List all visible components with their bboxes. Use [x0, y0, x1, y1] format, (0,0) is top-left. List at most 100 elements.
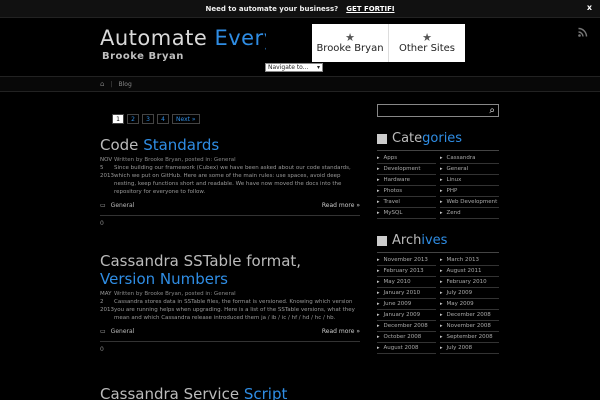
- close-icon[interactable]: x: [587, 3, 592, 12]
- bullet-icon: ▸: [440, 257, 443, 263]
- archive-link-label: July 2009: [446, 290, 473, 296]
- page-link-next[interactable]: Next »: [172, 114, 200, 124]
- page-link-2[interactable]: 2: [127, 114, 139, 124]
- bullet-icon: ▸: [440, 177, 443, 183]
- bullet-icon: ▸: [377, 312, 380, 318]
- archive-link-label: November 2013: [383, 257, 428, 263]
- post-divider: [100, 215, 360, 216]
- read-more-link[interactable]: Read more »: [322, 328, 360, 335]
- category-link[interactable]: ▸ General: [440, 164, 499, 175]
- archive-link-label: February 2013: [383, 268, 424, 274]
- archive-link[interactable]: ▸ June 2009: [377, 299, 436, 310]
- archive-link[interactable]: ▸ February 2010: [440, 277, 499, 288]
- category-link[interactable]: ▸ Web Development: [440, 197, 499, 208]
- archive-link[interactable]: ▸ March 2013: [440, 255, 499, 266]
- category-link[interactable]: ▸ Apps: [377, 153, 436, 164]
- bullet-icon: ▸: [377, 199, 380, 205]
- archive-link-label: August 2011: [446, 268, 482, 274]
- bullet-icon: ▸: [440, 312, 443, 318]
- category-link-label: PHP: [446, 188, 458, 194]
- rss-icon[interactable]: [578, 27, 588, 37]
- archive-link[interactable]: ▸ July 2008: [440, 343, 499, 354]
- post-cassandra-sstable: Cassandra SSTable format, Version Number…: [100, 252, 360, 353]
- category-link[interactable]: ▸ Travel: [377, 197, 436, 208]
- category-link-label: Zend: [446, 210, 461, 216]
- archive-link[interactable]: ▸ July 2009: [440, 288, 499, 299]
- bullet-icon: ▸: [440, 199, 443, 205]
- bullet-icon: ▸: [377, 166, 380, 172]
- category-link-label: Photos: [383, 188, 403, 194]
- categories-list: ▸ Apps ▸ Cassandra ▸ Development ▸ General ▸ Hard…: [377, 153, 499, 219]
- category-link[interactable]: ▸ Cassandra: [440, 153, 499, 164]
- post-title[interactable]: Code Standards: [100, 136, 360, 154]
- bullet-icon: ▸: [377, 290, 380, 296]
- site-title-part-1: Automate: [100, 26, 208, 50]
- nav-item-label: Other Sites: [399, 43, 455, 54]
- page-link-1[interactable]: 1: [112, 114, 124, 124]
- archive-link[interactable]: ▸ May 2010: [377, 277, 436, 288]
- archive-link[interactable]: ▸ September 2008: [440, 332, 499, 343]
- nav-item-other-sites[interactable]: ★ Other Sites: [389, 24, 465, 62]
- category-link[interactable]: ▸ PHP: [440, 186, 499, 197]
- category-link-label: Web Development: [446, 199, 498, 205]
- breadcrumb-separator: |: [110, 80, 113, 88]
- archive-link[interactable]: ▸ February 2013: [377, 266, 436, 277]
- archive-link[interactable]: ▸ January 2009: [377, 310, 436, 321]
- archive-link[interactable]: ▸ January 2010: [377, 288, 436, 299]
- archive-link[interactable]: ▸ May 2009: [440, 299, 499, 310]
- category-link[interactable]: ▸ Development: [377, 164, 436, 175]
- pagination: 1 2 3 4 Next »: [112, 114, 200, 124]
- site-title[interactable]: Automate Everything: [100, 26, 266, 50]
- bullet-icon: ▸: [440, 290, 443, 296]
- category-link-label: MySQL: [383, 210, 403, 216]
- post-tag-count: 0: [100, 346, 104, 353]
- archive-link-label: August 2008: [383, 345, 419, 351]
- category-link-label: General: [446, 166, 469, 172]
- archive-link-label: October 2008: [383, 334, 422, 340]
- nav-item-brooke-bryan[interactable]: ★ Brooke Bryan: [312, 24, 389, 62]
- category-link-label: Hardware: [383, 177, 411, 183]
- archive-link-label: February 2010: [446, 279, 487, 285]
- promo-cta-link[interactable]: GET FORTIFI: [346, 5, 394, 13]
- navigate-select[interactable]: Navigate to... ▾: [265, 63, 323, 72]
- bullet-icon: ▸: [377, 334, 380, 340]
- star-icon: ★: [422, 31, 432, 44]
- page-link-3[interactable]: 3: [142, 114, 154, 124]
- post-title[interactable]: Cassandra Service Script: [100, 385, 360, 400]
- category-link[interactable]: ▸ Photos: [377, 186, 436, 197]
- page-link-4[interactable]: 4: [157, 114, 169, 124]
- category-link[interactable]: ▸ Linux: [440, 175, 499, 186]
- post-category-link[interactable]: General: [111, 328, 135, 335]
- bullet-icon: ▸: [440, 166, 443, 172]
- archive-link[interactable]: ▸ November 2008: [440, 321, 499, 332]
- archive-link-label: January 2010: [383, 290, 421, 296]
- archive-link[interactable]: ▸ December 2008: [377, 321, 436, 332]
- bullet-icon: ▸: [440, 188, 443, 194]
- archive-link[interactable]: ▸ August 2008: [377, 343, 436, 354]
- search-icon[interactable]: ⌕: [489, 105, 495, 116]
- category-link-label: Cassandra: [446, 155, 476, 161]
- category-link[interactable]: ▸ MySQL: [377, 208, 436, 219]
- read-more-link[interactable]: Read more »: [322, 202, 360, 209]
- breadcrumb-item-blog[interactable]: Blog: [118, 81, 131, 88]
- calendar-icon: [377, 235, 387, 246]
- search-input[interactable]: ⌕: [377, 104, 499, 117]
- widget-divider: [377, 252, 499, 253]
- post-tag-count: 0: [100, 220, 104, 227]
- archive-link[interactable]: ▸ October 2008: [377, 332, 436, 343]
- bullet-icon: ▸: [377, 188, 380, 194]
- home-icon[interactable]: ⌂: [100, 80, 104, 88]
- category-link[interactable]: ▸ Zend: [440, 208, 499, 219]
- archive-link[interactable]: ▸ December 2008: [440, 310, 499, 321]
- chevron-down-icon: ▾: [316, 64, 320, 71]
- post-title[interactable]: Cassandra SSTable format, Version Number…: [100, 252, 360, 288]
- category-link[interactable]: ▸ Hardware: [377, 175, 436, 186]
- archive-link-label: July 2008: [446, 345, 473, 351]
- nav-item-label: Brooke Bryan: [316, 43, 384, 54]
- bullet-icon: ▸: [440, 301, 443, 307]
- archive-link[interactable]: ▸ November 2013: [377, 255, 436, 266]
- site-nav: ★ Brooke Bryan ★ Other Sites: [312, 24, 465, 62]
- archive-link[interactable]: ▸ August 2011: [440, 266, 499, 277]
- archive-link-label: January 2009: [383, 312, 421, 318]
- post-category-link[interactable]: General: [111, 202, 135, 209]
